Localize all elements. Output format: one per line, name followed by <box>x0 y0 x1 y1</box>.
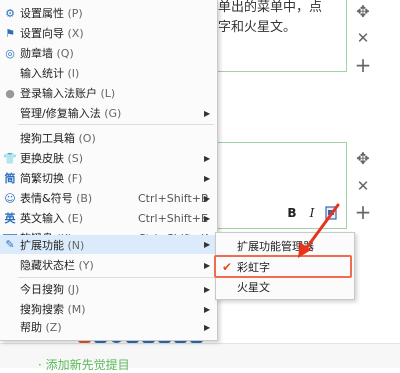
red-arrow-icon <box>298 203 340 258</box>
